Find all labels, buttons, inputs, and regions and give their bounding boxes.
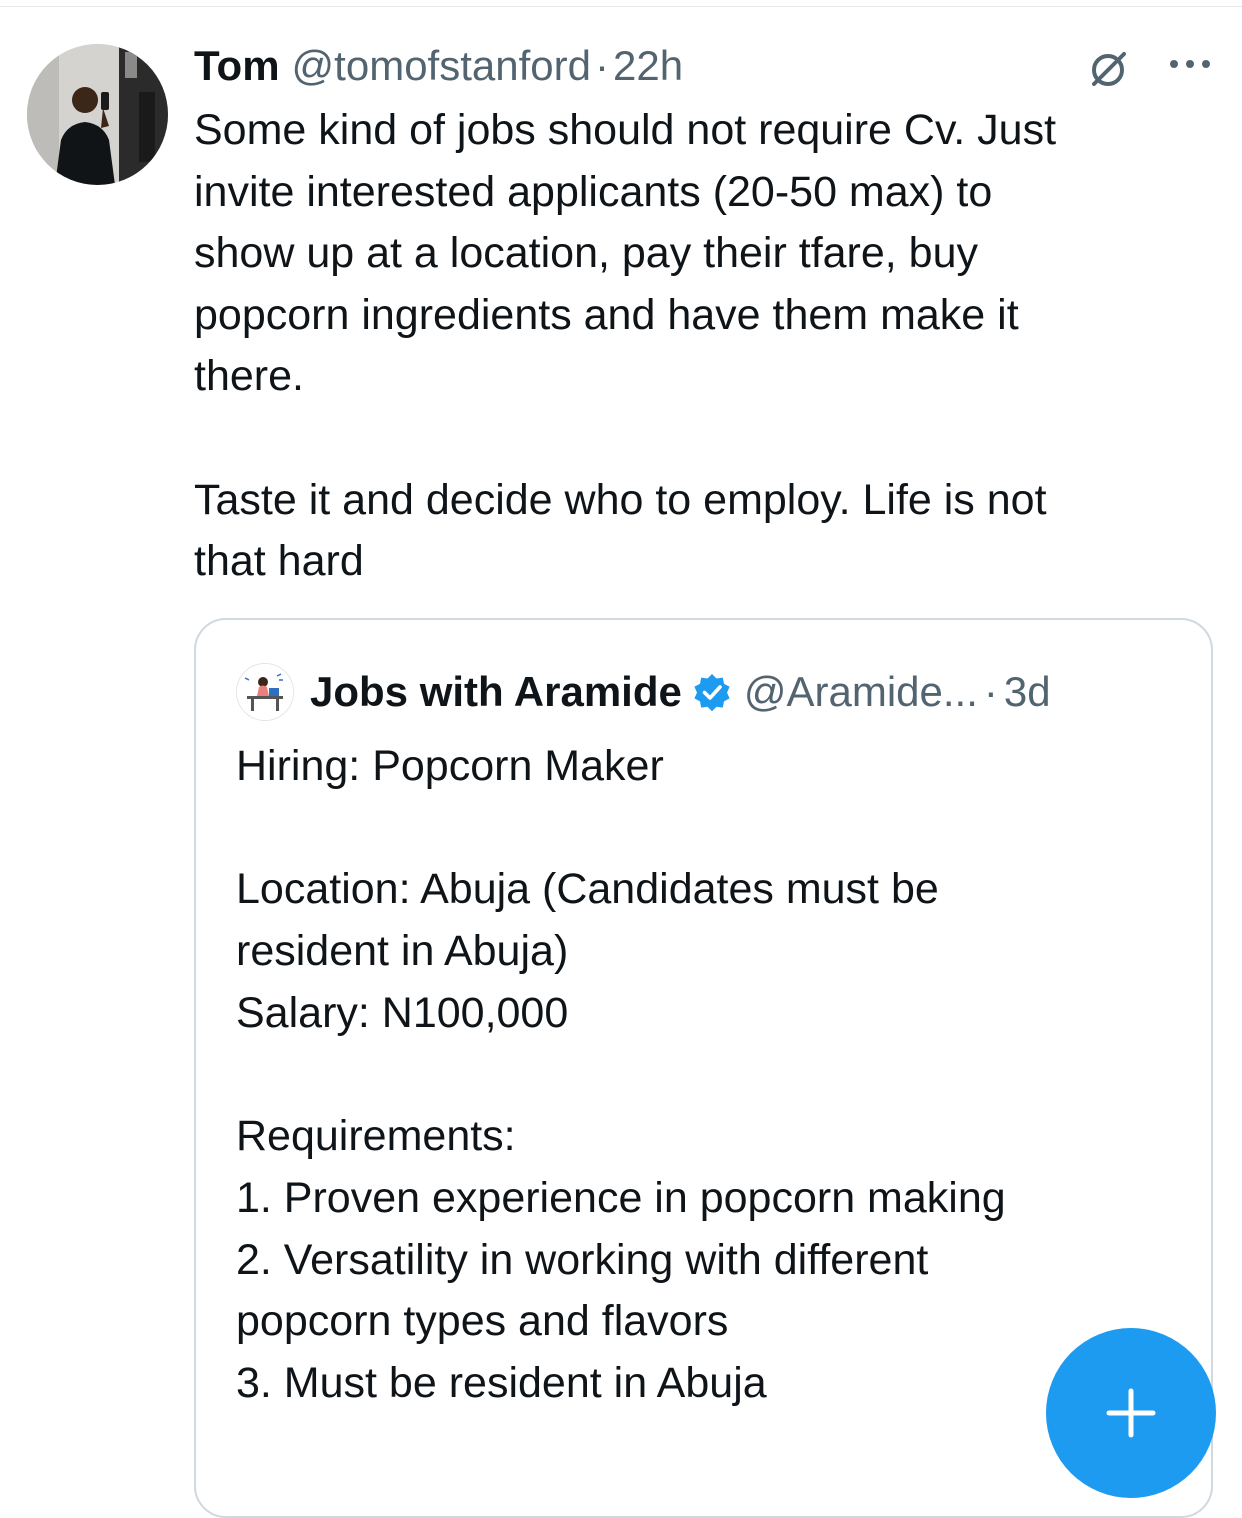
quoted-requirements-heading: Requirements:	[236, 1112, 516, 1161]
tweet-header: Tom @tomofstanford · 22h	[194, 38, 683, 94]
quoted-requirement-item: 2. Versatility in working with different	[236, 1235, 929, 1284]
author-avatar[interactable]	[27, 44, 168, 185]
quoted-location-line: resident in Abuja)	[236, 927, 569, 976]
tweet-text-line: Taste it and decide who to employ. Life …	[194, 475, 1047, 524]
quoted-requirement-item: 1. Proven experience in popcorn making	[236, 1173, 1006, 1222]
tweet-text-line: invite interested applicants (20-50 max)…	[194, 167, 993, 216]
quoted-author-name[interactable]: Jobs with Aramide	[310, 668, 682, 716]
author-handle[interactable]: @tomofstanford	[292, 42, 591, 90]
plus-icon	[1106, 1388, 1156, 1438]
tweet-text-line: popcorn ingredients and have them make i…	[194, 290, 1019, 339]
quoted-author-handle[interactable]: @Aramide...	[744, 668, 978, 716]
quoted-tweet-header: Jobs with Aramide @Aramide... · 3d	[236, 662, 1051, 722]
quoted-requirement-item: popcorn types and flavors	[236, 1297, 729, 1346]
quoted-location-line: Location: Abuja (Candidates must be	[236, 865, 939, 914]
more-horizontal-icon[interactable]	[1166, 52, 1214, 76]
top-divider	[0, 6, 1242, 7]
quoted-tweet-body: Hiring: Popcorn Maker Location: Abuja (C…	[236, 736, 1176, 1415]
tweet-body: Some kind of jobs should not require Cv.…	[194, 100, 1194, 593]
separator-dot: ·	[983, 668, 998, 715]
tweet-text-line: there.	[194, 352, 304, 401]
quoted-tweet-time[interactable]: 3d	[1004, 668, 1051, 716]
tweet-time[interactable]: 22h	[613, 42, 683, 90]
quoted-requirement-item: 3. Must be resident in Abuja	[236, 1359, 767, 1407]
tweet-text-line: that hard	[194, 537, 364, 586]
separator-dot: ·	[594, 42, 609, 89]
tweet-text-line: show up at a location, pay their tfare, …	[194, 229, 979, 278]
grok-slash-circle-icon[interactable]	[1086, 46, 1132, 92]
author-name[interactable]: Tom	[194, 42, 280, 90]
quoted-title-line: Hiring: Popcorn Maker	[236, 742, 664, 790]
quoted-salary-line: Salary: N100,000	[236, 988, 569, 1037]
compose-button[interactable]	[1046, 1328, 1216, 1498]
tweet-text-line: Some kind of jobs should not require Cv.…	[194, 106, 1057, 154]
quoted-author-avatar[interactable]	[236, 663, 294, 721]
verified-badge-icon	[694, 674, 730, 712]
